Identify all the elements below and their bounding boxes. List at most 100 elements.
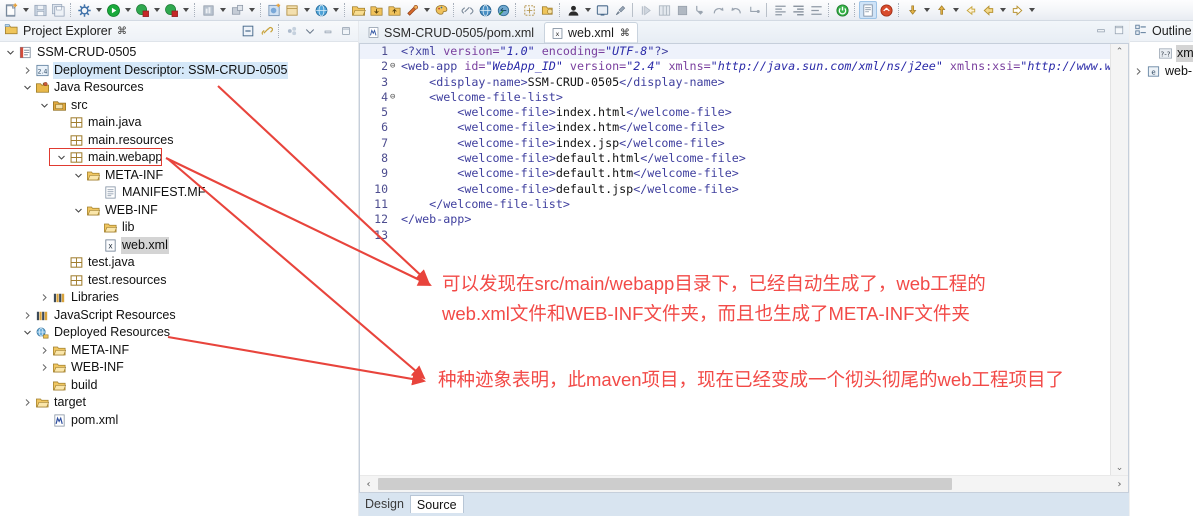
close-icon[interactable]: ⌘ bbox=[620, 28, 630, 39]
scroll-up-arrow[interactable]: ⌃ bbox=[1111, 44, 1128, 60]
link-with-editor-icon[interactable] bbox=[258, 23, 274, 39]
build-gear-icon[interactable] bbox=[75, 1, 93, 19]
outline-item-web-[interactable]: e web- bbox=[1130, 62, 1193, 80]
outline-tree[interactable]: ?-? xml e web- bbox=[1130, 42, 1193, 80]
distribute-icon[interactable] bbox=[807, 1, 825, 19]
toolbar-group-annotation-nav[interactable] bbox=[903, 1, 961, 19]
scrollbar-thumb[interactable] bbox=[378, 478, 952, 490]
tree-item-meta-inf[interactable]: META-INF bbox=[0, 167, 358, 185]
tree-item-manifest-mf[interactable]: MANIFEST.MF bbox=[0, 184, 358, 202]
close-icon[interactable]: ⌘ bbox=[117, 26, 127, 37]
project-explorer-header[interactable]: Project Explorer ⌘ bbox=[0, 21, 358, 42]
tree-item-java-resources[interactable]: Java Resources bbox=[0, 79, 358, 97]
web-browser-icon[interactable] bbox=[476, 1, 494, 19]
toolbar-group-editor-tools[interactable] bbox=[859, 1, 895, 19]
chevron-right-icon[interactable] bbox=[38, 289, 51, 306]
project-tree[interactable]: SSM-CRUD-0505 2.4 Deployment Descriptor: S… bbox=[0, 42, 358, 516]
layout-columns-icon[interactable] bbox=[655, 1, 673, 19]
pin-icon[interactable] bbox=[611, 1, 629, 19]
refresh-sync-icon[interactable] bbox=[494, 1, 512, 19]
user-dropdown-arrow[interactable] bbox=[582, 1, 593, 19]
editor-tab-pom-xml[interactable]: SSM-CRUD-0505/pom.xml bbox=[361, 22, 541, 43]
tree-item-test-java[interactable]: test.java bbox=[0, 254, 358, 272]
toolbar-group-resources[interactable] bbox=[349, 1, 450, 19]
code-line[interactable]: 5 <welcome-file>index.html</welcome-file… bbox=[360, 105, 1111, 120]
code-line[interactable]: 4 ⊖ <welcome-file-list> bbox=[360, 90, 1111, 105]
coverage-dropdown-arrow[interactable] bbox=[246, 1, 257, 19]
step-return-icon[interactable] bbox=[727, 1, 745, 19]
tree-item-main-resources[interactable]: main.resources bbox=[0, 132, 358, 150]
chevron-down-icon[interactable] bbox=[55, 149, 68, 166]
chevron-right-icon[interactable] bbox=[38, 342, 51, 359]
power-on-icon[interactable] bbox=[833, 1, 851, 19]
tab-design[interactable]: Design bbox=[359, 495, 410, 513]
tree-item-src[interactable]: src bbox=[0, 97, 358, 115]
code-line[interactable]: 13 bbox=[360, 228, 1111, 243]
fold-marker[interactable]: ⊖ bbox=[390, 90, 401, 105]
tree-item-deployment-descriptor-ssm-crud-0505[interactable]: 2.4 Deployment Descriptor: SSM-CRUD-0505 bbox=[0, 61, 358, 80]
new-java-class-icon[interactable] bbox=[265, 1, 283, 19]
tree-item-javascript-resources[interactable]: JavaScript Resources bbox=[0, 307, 358, 325]
terminate-icon[interactable] bbox=[673, 1, 691, 19]
tree-item-test-resources[interactable]: test.resources bbox=[0, 272, 358, 290]
align-left-icon[interactable] bbox=[771, 1, 789, 19]
server-dropdown-arrow[interactable] bbox=[180, 1, 191, 19]
editor-mode-tabs[interactable]: Design Source bbox=[359, 493, 1129, 516]
toolbar-group-file[interactable] bbox=[2, 1, 67, 19]
tree-item-web-inf[interactable]: WEB-INF bbox=[0, 202, 358, 220]
editor-tab-web-xml[interactable]: x web.xml ⌘ bbox=[544, 22, 638, 43]
new-wizard-dropdown-arrow[interactable] bbox=[20, 1, 31, 19]
editor-vertical-scrollbar[interactable]: ⌃ ⌄ bbox=[1110, 44, 1128, 476]
minimize-icon[interactable] bbox=[320, 23, 336, 39]
code-line[interactable]: 9 <welcome-file>default.htm</welcome-fil… bbox=[360, 166, 1111, 181]
tab-source[interactable]: Source bbox=[409, 495, 464, 513]
scroll-right-arrow[interactable]: › bbox=[1111, 476, 1128, 492]
open-folder-icon[interactable] bbox=[349, 1, 367, 19]
align-right-icon[interactable] bbox=[789, 1, 807, 19]
chevron-right-icon[interactable] bbox=[38, 359, 51, 376]
fold-marker[interactable]: ⊖ bbox=[390, 59, 401, 74]
tree-item-build[interactable]: build bbox=[0, 377, 358, 395]
tree-item-target[interactable]: target bbox=[0, 394, 358, 412]
project-explorer-toolbar[interactable] bbox=[240, 21, 354, 41]
coverage-icon[interactable] bbox=[228, 1, 246, 19]
toolbar-group-profile[interactable] bbox=[199, 1, 257, 19]
chevron-down-icon[interactable] bbox=[72, 167, 85, 184]
step-into-icon[interactable] bbox=[691, 1, 709, 19]
forward-arrow-icon[interactable] bbox=[1008, 1, 1026, 19]
save-all-icon[interactable] bbox=[49, 1, 67, 19]
code-line[interactable]: 3 <display-name>SSM-CRUD-0505</display-n… bbox=[360, 75, 1111, 90]
run-dropdown-arrow[interactable] bbox=[122, 1, 133, 19]
new-wizard-icon[interactable] bbox=[2, 1, 20, 19]
editor-window-controls[interactable] bbox=[1095, 24, 1125, 36]
ant-dropdown-arrow[interactable] bbox=[421, 1, 432, 19]
chevron-down-icon[interactable] bbox=[302, 23, 318, 39]
toolbar-group-new[interactable] bbox=[265, 1, 341, 19]
maximize-icon[interactable] bbox=[1113, 24, 1125, 36]
outline-item-xml[interactable]: ?-? xml bbox=[1130, 44, 1193, 62]
collapse-all-icon[interactable] bbox=[240, 23, 256, 39]
toolbar-group-align[interactable] bbox=[771, 1, 825, 19]
new-package-dropdown-arrow[interactable] bbox=[301, 1, 312, 19]
terminal-icon[interactable] bbox=[593, 1, 611, 19]
next-annotation-icon[interactable] bbox=[903, 1, 921, 19]
tree-item-deployed-resources[interactable]: Deployed Resources bbox=[0, 324, 358, 342]
chevron-down-icon[interactable] bbox=[21, 324, 34, 341]
back-arrow-icon[interactable] bbox=[979, 1, 997, 19]
forward-dropdown-arrow[interactable] bbox=[1026, 1, 1037, 19]
search-globe-icon[interactable] bbox=[312, 1, 330, 19]
open-type-icon[interactable] bbox=[877, 1, 895, 19]
tree-item-main-java[interactable]: main.java bbox=[0, 114, 358, 132]
code-editor[interactable]: 1 <?xml version="1.0" encoding="UTF-8"?> 2… bbox=[360, 44, 1111, 476]
project-explorer-title-wrap[interactable]: Project Explorer ⌘ bbox=[0, 22, 127, 40]
step-resume-icon[interactable] bbox=[637, 1, 655, 19]
scroll-down-arrow[interactable]: ⌄ bbox=[1111, 460, 1128, 476]
tree-item-pom-xml[interactable]: pom.xml bbox=[0, 412, 358, 430]
prev-annotation-dropdown-arrow[interactable] bbox=[950, 1, 961, 19]
code-line[interactable]: 7 <welcome-file>index.jsp</welcome-file> bbox=[360, 136, 1111, 151]
chevron-right-icon[interactable] bbox=[1132, 63, 1145, 80]
link-icon[interactable] bbox=[458, 1, 476, 19]
chevron-right-icon[interactable] bbox=[21, 62, 34, 79]
code-line[interactable]: 11 </welcome-file-list> bbox=[360, 197, 1111, 212]
main-toolbar[interactable] bbox=[0, 0, 1193, 21]
